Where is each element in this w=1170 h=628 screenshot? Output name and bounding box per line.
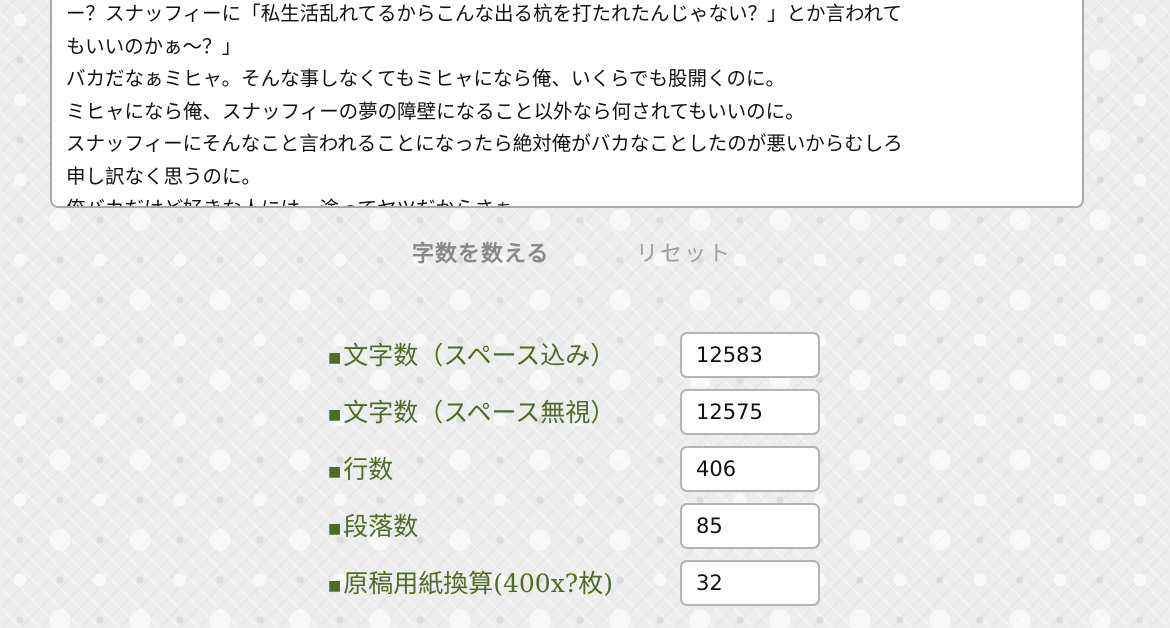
stat-label-text: 原稿用紙換算(400x?枚)	[343, 569, 613, 598]
square-bullet-icon: ■	[328, 349, 342, 366]
stat-label-text: 行数	[343, 455, 394, 484]
square-bullet-icon: ■	[328, 520, 342, 537]
stat-label: ■行数	[328, 452, 393, 490]
text-input-area[interactable]: ー？スナッフィーに「私生活乱れてるからこんな出る杭を打たれたんじゃない？」とか言…	[50, 0, 1084, 208]
chars-with-spaces-field[interactable]	[680, 332, 820, 378]
stat-label-text: 段落数	[343, 512, 419, 541]
text-line: もいいのかぁ〜？」	[66, 34, 242, 58]
stat-label: ■文字数（スペース無視）	[328, 395, 615, 433]
text-line: 俺バカだけど好きな人には一途ってヤツだからさぁ。	[66, 193, 1082, 206]
manuscript-pages-field[interactable]	[680, 560, 820, 606]
count-characters-button[interactable]: 字数を数える	[412, 238, 549, 272]
stat-row-line-count: ■行数	[328, 446, 828, 494]
stat-row-chars-with-spaces: ■文字数（スペース込み）	[328, 332, 828, 380]
stat-label-text: 文字数（スペース込み）	[343, 341, 616, 370]
stat-row-chars-without-spaces: ■文字数（スペース無視）	[328, 389, 828, 437]
stat-row-paragraph-count: ■段落数	[328, 503, 828, 551]
text-line: 申し訳なく思うのに。	[66, 164, 262, 188]
stat-label: ■文字数（スペース込み）	[328, 338, 615, 376]
paragraph-count-field[interactable]	[680, 503, 820, 549]
square-bullet-icon: ■	[328, 577, 342, 594]
action-buttons: 字数を数える リセット	[0, 238, 1170, 274]
reset-button[interactable]: リセット	[636, 238, 732, 272]
text-line: ー？スナッフィーに「私生活乱れてるからこんな出る杭を打たれたんじゃない？」とか言…	[66, 2, 902, 25]
stat-label: ■原稿用紙換算(400x?枚)	[328, 566, 613, 604]
stat-row-manuscript-pages: ■原稿用紙換算(400x?枚)	[328, 560, 828, 608]
text-line: ミヒャになら俺、スナッフィーの夢の障壁になること以外なら何されてもいいのに。	[66, 99, 805, 123]
chars-without-spaces-field[interactable]	[680, 389, 820, 435]
stat-label: ■段落数	[328, 509, 418, 547]
text-line: スナッフィーにそんなこと言われることになったら絶対俺がバカなことしたのが悪いから…	[66, 132, 903, 155]
square-bullet-icon: ■	[328, 406, 342, 423]
text-line: バカだなぁミヒャ。そんな事しなくてもミヒャになら俺、いくらでも股開くのに。	[66, 67, 785, 90]
stat-label-text: 文字数（スペース無視）	[343, 398, 616, 427]
line-count-field[interactable]	[680, 446, 820, 492]
square-bullet-icon: ■	[328, 463, 342, 480]
